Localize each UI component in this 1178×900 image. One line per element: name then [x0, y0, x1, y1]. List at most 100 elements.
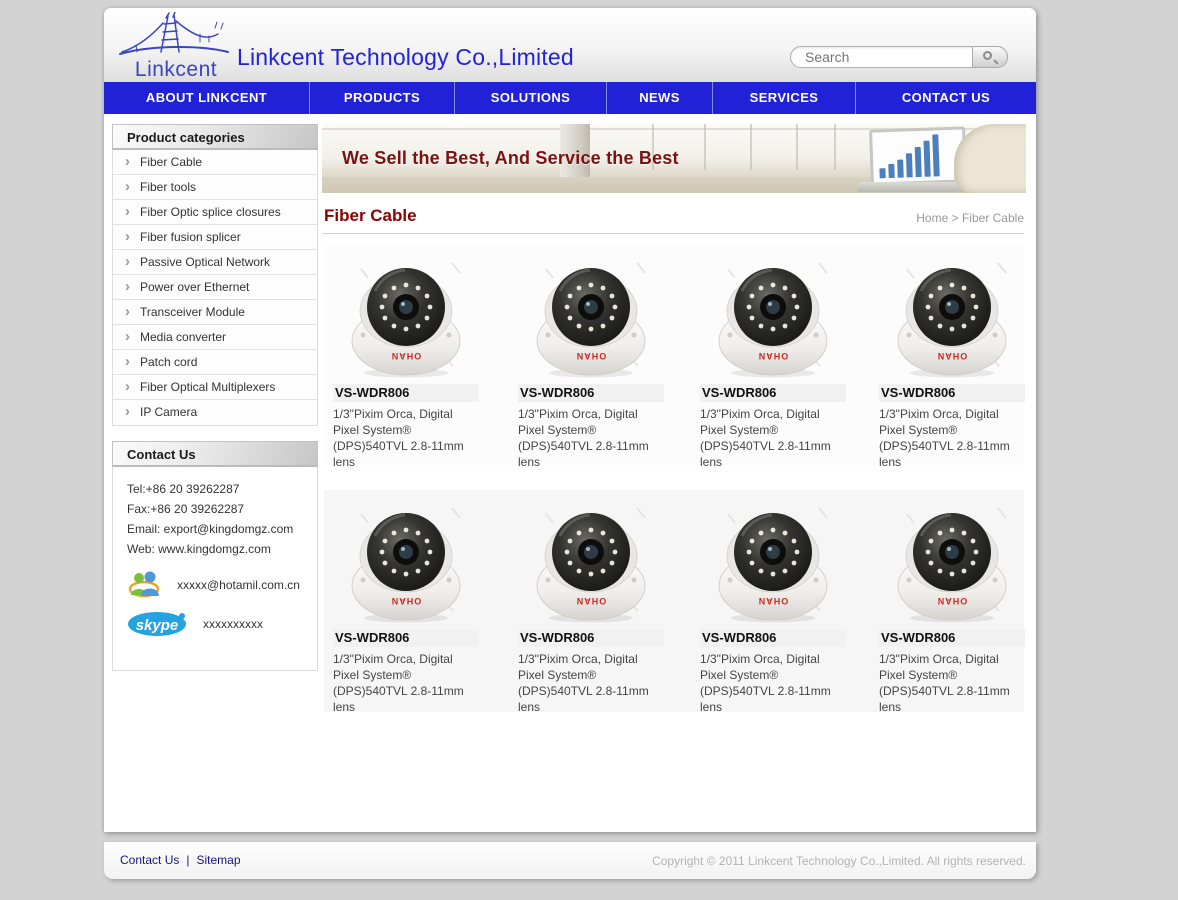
skype-row: skype xxxxxxxxxx [127, 611, 317, 637]
dome-camera-image: OHAN [532, 494, 650, 626]
svg-text:skype: skype [136, 617, 179, 634]
svg-text:OHAN: OHAN [576, 351, 607, 361]
product-card[interactable]: OHAN VS-WDR806 1/3"Pixim Orca, Digital P… [333, 494, 479, 715]
product-categories-header: Product categories [112, 124, 318, 150]
footer-link-contact-us[interactable]: Contact Us [120, 853, 179, 867]
product-name[interactable]: VS-WDR806 [518, 384, 664, 402]
section-title: Fiber Cable [324, 206, 417, 226]
copyright: Copyright © 2011 Linkcent Technology Co.… [652, 854, 1026, 868]
section-title-row: Fiber Cable Home > Fiber Cable [322, 206, 1026, 230]
sidebar-item-fiber-tools[interactable]: ›Fiber tools [113, 175, 317, 200]
product-card[interactable]: OHAN VS-WDR806 1/3"Pixim Orca, Digital P… [700, 249, 846, 470]
footer-links: Contact Us | Sitemap [120, 853, 241, 867]
svg-text:OHAN: OHAN [391, 596, 422, 606]
dome-camera-image: OHAN [347, 249, 465, 381]
chevron-right-icon: › [125, 349, 130, 374]
product-description: 1/3"Pixim Orca, Digital Pixel System® (D… [700, 406, 846, 470]
logo-wordmark: Linkcent [116, 58, 236, 82]
svg-text:OHAN: OHAN [758, 596, 789, 606]
sidebar-item-fiber-fusion-splicer[interactable]: ›Fiber fusion splicer [113, 225, 317, 250]
dome-camera-image: OHAN [893, 494, 1011, 626]
svg-text:OHAN: OHAN [758, 351, 789, 361]
sidebar-item-label: Fiber Cable [140, 150, 202, 175]
sidebar-item-transceiver-module[interactable]: › Transceiver Module [113, 300, 317, 325]
sidebar-item-fiber-optical-multiplexers[interactable]: › Fiber Optical Multiplexers [113, 375, 317, 400]
dome-camera-image: OHAN [347, 494, 465, 626]
sidebar-item-fiber-optic-splice-closures[interactable]: › Fiber Optic splice closures [113, 200, 317, 225]
sidebar-item-power-over-ethernet[interactable]: › Power over Ethernet [113, 275, 317, 300]
sidebar-item-media-converter[interactable]: ›Media converter [113, 325, 317, 350]
company-logo[interactable]: Linkcent [116, 12, 236, 80]
sidebar-item-label: IP Camera [140, 400, 197, 425]
nav-item-about-linkcent[interactable]: ABOUT LINKCENT [104, 82, 310, 114]
sidebar-item-patch-cord[interactable]: › Patch cord [113, 350, 317, 375]
breadcrumb: Home > Fiber Cable [916, 211, 1024, 225]
sidebar-item-label: Fiber Optic splice closures [140, 200, 281, 225]
chevron-right-icon: › [125, 274, 130, 299]
footer-link-separator: | [186, 853, 189, 867]
chevron-right-icon: › [125, 299, 130, 324]
product-name[interactable]: VS-WDR806 [879, 384, 1025, 402]
product-description: 1/3"Pixim Orca, Digital Pixel System® (D… [333, 406, 479, 470]
product-name[interactable]: VS-WDR806 [700, 384, 846, 402]
msn-icon [127, 569, 163, 601]
chevron-right-icon: › [125, 399, 130, 424]
breadcrumb-current: Fiber Cable [962, 211, 1024, 225]
svg-text:OHAN: OHAN [576, 596, 607, 606]
product-name[interactable]: VS-WDR806 [700, 629, 846, 647]
chevron-right-icon: › [125, 199, 130, 224]
dome-camera-image: OHAN [714, 494, 832, 626]
dome-camera-image: OHAN [532, 249, 650, 381]
banner-window-mullion [834, 124, 836, 170]
main-content: We Sell the Best, And Service the Best F… [322, 8, 1026, 832]
sidebar-item-ip-camera[interactable]: › IP Camera [113, 400, 317, 425]
sidebar-item-label: Patch cord [140, 350, 197, 375]
contact-web: Web: www.kingdomgz.com [127, 539, 317, 559]
product-name[interactable]: VS-WDR806 [518, 629, 664, 647]
product-name[interactable]: VS-WDR806 [879, 629, 1025, 647]
sidebar-item-label: Media converter [140, 325, 226, 350]
dome-camera-image: OHAN [714, 249, 832, 381]
svg-text:OHAN: OHAN [937, 596, 968, 606]
sidebar-item-label: Passive Optical Network [140, 250, 270, 275]
chevron-right-icon: › [125, 224, 130, 249]
breadcrumb-separator: > [952, 211, 959, 225]
product-card[interactable]: OHAN VS-WDR806 1/3"Pixim Orca, Digital P… [879, 249, 1025, 470]
sidebar-item-label: Transceiver Module [140, 300, 245, 325]
sidebar-item-label: Fiber tools [140, 175, 196, 200]
msn-row: xxxxx@hotamil.com.cn [127, 569, 317, 601]
sidebar-item-label: Fiber Optical Multiplexers [140, 375, 275, 400]
msn-address[interactable]: xxxxx@hotamil.com.cn [177, 578, 300, 592]
banner-window-mullion [796, 124, 798, 170]
chevron-right-icon: › [125, 374, 130, 399]
banner-window-mullion [750, 124, 752, 170]
contact-fax: Fax:+86 20 39262287 [127, 499, 317, 519]
chevron-right-icon: › [125, 249, 130, 274]
product-card[interactable]: OHAN VS-WDR806 1/3"Pixim Orca, Digital P… [518, 249, 664, 470]
sidebar-item-passive-optical-network[interactable]: › Passive Optical Network [113, 250, 317, 275]
product-description: 1/3"Pixim Orca, Digital Pixel System® (D… [879, 651, 1025, 715]
product-description: 1/3"Pixim Orca, Digital Pixel System® (D… [518, 406, 664, 470]
sidebar-item-label: Power over Ethernet [140, 275, 249, 300]
dome-camera-image: OHAN [893, 249, 1011, 381]
chevron-right-icon: › [125, 149, 130, 174]
contact-email: Email: export@kingdomgz.com [127, 519, 317, 539]
product-name[interactable]: VS-WDR806 [333, 629, 479, 647]
sidebar-item-fiber-cable[interactable]: › Fiber Cable [113, 150, 317, 175]
product-card[interactable]: OHAN VS-WDR806 1/3"Pixim Orca, Digital P… [879, 494, 1025, 715]
product-description: 1/3"Pixim Orca, Digital Pixel System® (D… [333, 651, 479, 715]
hero-banner: We Sell the Best, And Service the Best [322, 124, 1026, 193]
product-row-1: OHAN VS-WDR806 1/3"Pixim Orca, Digital P… [324, 245, 1024, 465]
footer-link-sitemap[interactable]: Sitemap [196, 853, 240, 867]
skype-address[interactable]: xxxxxxxxxx [203, 617, 263, 631]
product-card[interactable]: OHAN VS-WDR806 1/3"Pixim Orca, Digital P… [700, 494, 846, 715]
product-card[interactable]: OHAN VS-WDR806 1/3"Pixim Orca, Digital P… [518, 494, 664, 715]
product-description: 1/3"Pixim Orca, Digital Pixel System® (D… [879, 406, 1025, 470]
product-name[interactable]: VS-WDR806 [333, 384, 479, 402]
product-description: 1/3"Pixim Orca, Digital Pixel System® (D… [518, 651, 664, 715]
product-card[interactable]: OHAN VS-WDR806 1/3"Pixim Orca, Digital P… [333, 249, 479, 470]
breadcrumb-home[interactable]: Home [916, 211, 948, 225]
banner-laptop-chart [869, 126, 967, 185]
product-description: 1/3"Pixim Orca, Digital Pixel System® (D… [700, 651, 846, 715]
bridge-logo-icon [116, 12, 236, 58]
